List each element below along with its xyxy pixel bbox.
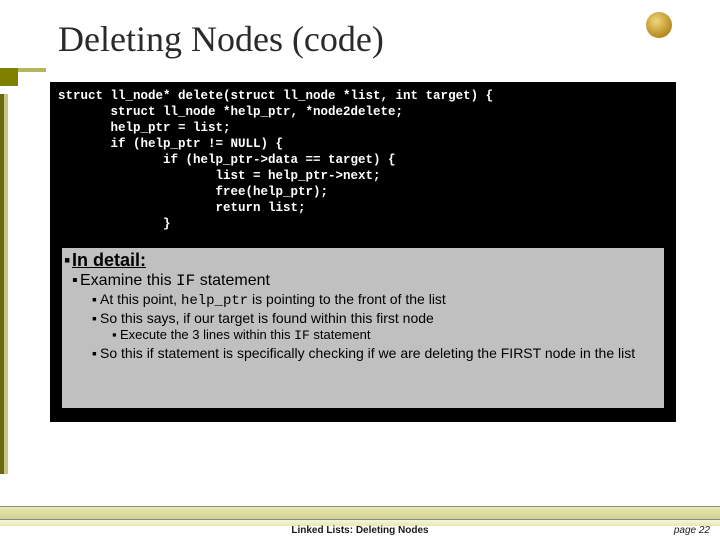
accent-h-bar [18, 68, 46, 72]
detail-line-1: ▪ Examine this IF statement [72, 272, 662, 290]
slide-title: Deleting Nodes (code) [58, 18, 384, 60]
detail-line-2-code: help_ptr [181, 293, 248, 309]
footer-text: Linked Lists: Deleting Nodes [0, 525, 720, 536]
detail-line-4b: statement [310, 327, 371, 342]
detail-line-2a: At this point, [100, 291, 181, 307]
detail-line-1-code: IF [176, 272, 195, 290]
code-text: struct ll_node* delete(struct ll_node *l… [58, 88, 493, 232]
detail-heading-text: In detail: [72, 250, 146, 270]
detail-line-3-text: So this says, if our target is found wit… [100, 310, 434, 326]
footer-bar [0, 506, 720, 520]
accent-v-bar-light [4, 94, 8, 474]
detail-line-1a: Examine this [80, 272, 176, 289]
slide: Deleting Nodes (code) struct ll_node* de… [0, 0, 720, 540]
detail-line-5-text: So this if statement is specifically che… [100, 345, 635, 361]
detail-line-5: ▪ So this if statement is specifically c… [92, 345, 662, 361]
detail-line-2: ▪ At this point, help_ptr is pointing to… [92, 291, 662, 309]
page-number: page 22 [674, 525, 710, 536]
accent-square [0, 68, 18, 86]
detail-line-4a: Execute the 3 lines within this [120, 327, 294, 342]
detail-line-1b: statement [195, 272, 270, 289]
detail-line-4: ▪ Execute the 3 lines within this IF sta… [112, 327, 662, 343]
detail-line-2b: is pointing to the front of the list [248, 291, 446, 307]
detail-heading: ▪In detail: [64, 250, 662, 271]
logo-icon [646, 12, 672, 38]
detail-line-3: ▪ So this says, if our target is found w… [92, 310, 662, 326]
detail-line-4-code: IF [294, 328, 310, 343]
detail-box: ▪In detail: ▪ Examine this IF statement … [62, 248, 664, 408]
